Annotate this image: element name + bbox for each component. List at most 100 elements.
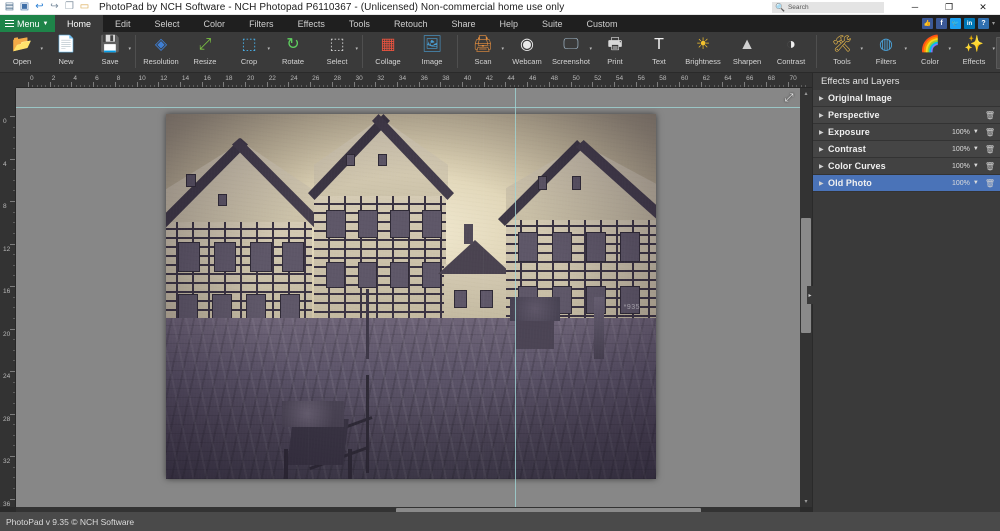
menu-item-edit[interactable]: Edit <box>103 15 143 32</box>
tool-resolution-button[interactable]: ◈Resolution <box>139 32 183 73</box>
menu-item-suite[interactable]: Suite <box>530 15 575 32</box>
expand-arrow-icon[interactable]: ▶ <box>819 146 828 153</box>
menu-item-effects[interactable]: Effects <box>286 15 337 32</box>
main-menu-button[interactable]: Menu ▼ <box>0 15 55 32</box>
layer-row-original-image[interactable]: ▶Original Image <box>813 90 1000 107</box>
layer-row-color-curves[interactable]: ▶Color Curves100%▼🗑 <box>813 158 1000 175</box>
layer-row-contrast[interactable]: ▶Contrast100%▼🗑 <box>813 141 1000 158</box>
facebook-icon[interactable]: f <box>936 18 947 29</box>
tool-brightness-button[interactable]: ☀Brightness <box>681 32 725 73</box>
app-icon[interactable]: ▤ <box>3 1 16 14</box>
linkedin-icon[interactable]: in <box>964 18 975 29</box>
ruler-minor-tick <box>145 85 146 88</box>
tool-dropdown-icon[interactable]: ▾ <box>40 46 43 52</box>
tool-contrast-button[interactable]: ◑Contrast <box>769 32 813 73</box>
tool-text-button[interactable]: TText <box>637 32 681 73</box>
expand-arrow-icon[interactable]: ▶ <box>819 112 828 119</box>
tool-crop-button[interactable]: ⬚Crop▾ <box>227 32 271 73</box>
tool-new-button[interactable]: 📄New <box>44 32 88 73</box>
tool-dropdown-icon[interactable]: ▾ <box>267 46 270 52</box>
vertical-scroll-thumb[interactable] <box>801 218 811 333</box>
tool-open-button[interactable]: 📂Open▾ <box>0 32 44 73</box>
delete-layer-icon[interactable]: 🗑 <box>985 162 995 171</box>
menu-item-custom[interactable]: Custom <box>575 15 630 32</box>
layer-opacity-value[interactable]: 100% <box>952 146 970 153</box>
expand-arrow-icon[interactable]: ▶ <box>819 163 828 170</box>
panel-collapse-button[interactable]: ▸ <box>807 286 813 304</box>
menu-item-help[interactable]: Help <box>488 15 531 32</box>
horizontal-ruler[interactable]: 0246810121416182022242628303234363840424… <box>16 73 812 88</box>
vertical-ruler[interactable]: 0481216202428323640 <box>0 88 16 507</box>
tool-dropdown-icon[interactable]: ▾ <box>128 46 131 52</box>
layer-opacity-value[interactable]: 100% <box>952 163 970 170</box>
layer-opacity-dropdown-icon[interactable]: ▼ <box>973 146 979 152</box>
window <box>586 232 606 262</box>
delete-layer-icon[interactable]: 🗑 <box>985 179 995 188</box>
scroll-down-icon[interactable]: ▾ <box>800 496 812 507</box>
expand-arrow-icon[interactable]: ▶ <box>819 95 828 102</box>
tool-dropdown-icon[interactable]: ▾ <box>948 46 951 52</box>
tool-rotate-button[interactable]: ↻Rotate <box>271 32 315 73</box>
tool-dropdown-icon[interactable]: ▾ <box>355 46 358 52</box>
tool-filters-button[interactable]: ◍Filters▾ <box>864 32 908 73</box>
expand-arrow-icon[interactable]: ▶ <box>819 129 828 136</box>
expand-arrow-icon[interactable]: ▶ <box>819 180 828 187</box>
tool-effects-button[interactable]: ✨Effects▾ <box>952 32 996 73</box>
tool-tools-button[interactable]: 🛠Tools▾ <box>820 32 864 73</box>
tool-image-button[interactable]: 🖼Image <box>410 32 454 73</box>
buy-online-button[interactable]: Buy Online <box>996 37 1000 69</box>
tool-resize-button[interactable]: ⤢Resize <box>183 32 227 73</box>
delete-layer-icon[interactable]: 🗑 <box>985 111 995 120</box>
menu-item-retouch[interactable]: Retouch <box>382 15 440 32</box>
tool-collage-button[interactable]: ▦Collage <box>366 32 410 73</box>
undo-icon[interactable]: ↩ <box>33 1 46 14</box>
tool-color-button[interactable]: 🌈Color▾ <box>908 32 952 73</box>
menu-item-home[interactable]: Home <box>55 15 103 32</box>
open-icon[interactable]: ▭ <box>78 1 91 14</box>
tool-scan-button[interactable]: 🖨Scan▾ <box>461 32 505 73</box>
tool-sharpen-button[interactable]: ▲Sharpen <box>725 32 769 73</box>
tool-dropdown-icon[interactable]: ▾ <box>860 46 863 52</box>
menu-item-tools[interactable]: Tools <box>337 15 382 32</box>
tool-dropdown-icon[interactable]: ▾ <box>904 46 907 52</box>
tool-webcam-button[interactable]: ◉Webcam <box>505 32 549 73</box>
canvas-area[interactable]: ⤢ <box>16 88 800 507</box>
tool-dropdown-icon[interactable]: ▾ <box>501 46 504 52</box>
delete-layer-icon[interactable]: 🗑 <box>985 128 995 137</box>
delete-layer-icon[interactable]: 🗑 <box>985 145 995 154</box>
layer-opacity-dropdown-icon[interactable]: ▼ <box>973 163 979 169</box>
tool-screenshot-button[interactable]: 🖵Screenshot▾ <box>549 32 593 73</box>
layer-opacity-dropdown-icon[interactable]: ▼ <box>973 180 979 186</box>
image-canvas[interactable]: *935 <box>166 114 656 479</box>
thumbs-up-icon[interactable]: 👍 <box>922 18 933 29</box>
layer-row-perspective[interactable]: ▶Perspective🗑 <box>813 107 1000 124</box>
layer-opacity-value[interactable]: 100% <box>952 180 970 187</box>
ruler-minor-tick <box>13 392 16 393</box>
layer-opacity-value[interactable]: 100% <box>952 129 970 136</box>
twitter-icon[interactable]: 🐦 <box>950 18 961 29</box>
help-icon[interactable]: ? <box>978 18 989 29</box>
menu-item-filters[interactable]: Filters <box>237 15 286 32</box>
tool-dropdown-icon[interactable]: ▾ <box>992 46 995 52</box>
layer-row-exposure[interactable]: ▶Exposure100%▼🗑 <box>813 124 1000 141</box>
menu-item-color[interactable]: Color <box>192 15 238 32</box>
save-icon[interactable]: ▣ <box>18 1 31 14</box>
tool-select-button[interactable]: ⬚Select▾ <box>315 32 359 73</box>
layer-row-old-photo[interactable]: ▶Old Photo100%▼🗑 <box>813 175 1000 192</box>
expand-icon[interactable]: ⤢ <box>782 91 796 105</box>
ruler-minor-tick <box>458 85 459 88</box>
maximize-button[interactable]: ❐ <box>932 0 966 15</box>
new-icon[interactable]: ❐ <box>63 1 76 14</box>
search-input[interactable]: 🔍 Search <box>772 2 884 13</box>
tool-print-button[interactable]: 🖶Print <box>593 32 637 73</box>
minimize-button[interactable]: ─ <box>898 0 932 15</box>
close-button[interactable]: ✕ <box>966 0 1000 15</box>
layer-opacity-dropdown-icon[interactable]: ▼ <box>973 129 979 135</box>
tool-save-button[interactable]: 💾Save▾ <box>88 32 132 73</box>
redo-icon[interactable]: ↪ <box>48 1 61 14</box>
menu-item-share[interactable]: Share <box>439 15 487 32</box>
scroll-up-icon[interactable]: ▴ <box>800 88 812 99</box>
menu-item-select[interactable]: Select <box>143 15 192 32</box>
tool-dropdown-icon[interactable]: ▾ <box>589 46 592 52</box>
social-more-icon[interactable]: ▾ <box>992 20 995 27</box>
